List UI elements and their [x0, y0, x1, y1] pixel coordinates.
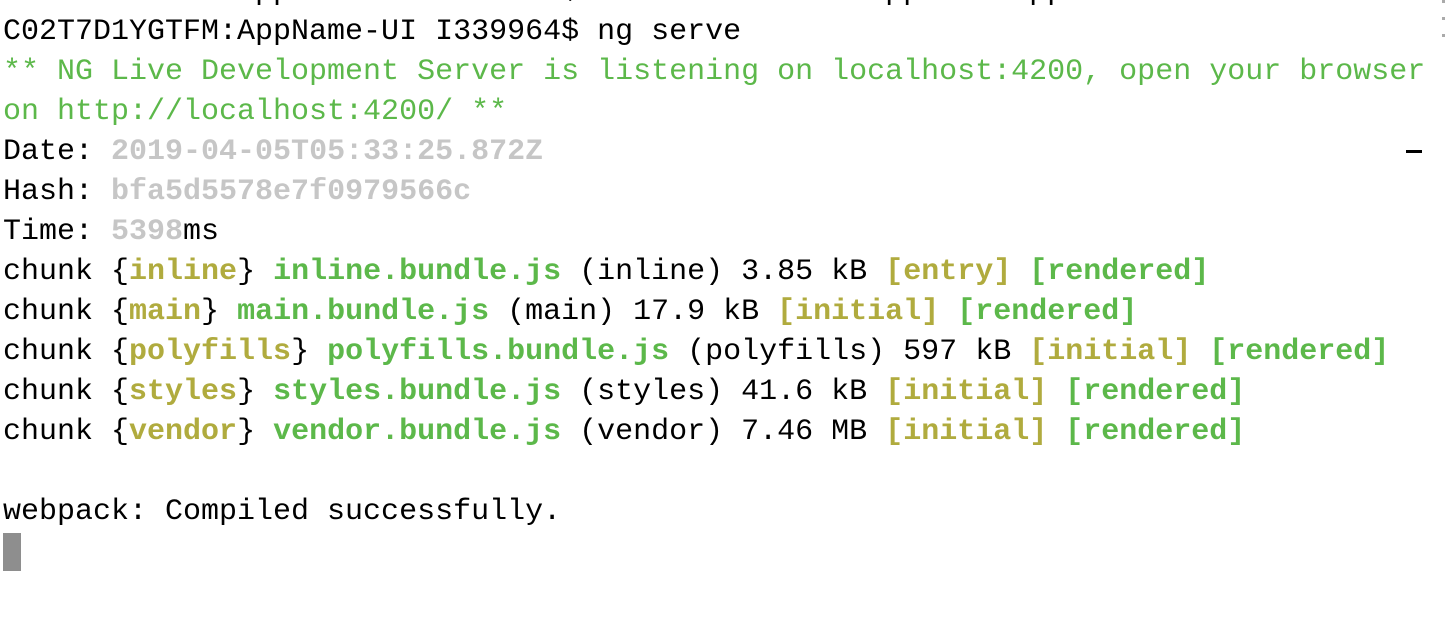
server-message-1: ** NG Live Development Server is listeni…	[3, 55, 1426, 89]
prompt: C02T7D1YGTFM:AppName-UI I339964$	[3, 15, 598, 49]
chunk-info: (inline) 3.85 kB	[561, 255, 886, 289]
chunk-info: (main) 17.9 kB	[489, 295, 778, 329]
prev-command-line: C02T7D1YGTFM:AppName-UI I339964$ cd ~/Do…	[3, 0, 1425, 12]
terminal-output[interactable]: C02T7D1YGTFM:AppName-UI I339964$ cd ~/Do…	[3, 0, 1425, 572]
date-line: Date: 2019-04-05T05:33:25.872Z	[3, 132, 1425, 172]
chunk-file: styles.bundle.js	[273, 375, 562, 409]
date-label: Date:	[3, 135, 112, 169]
scrollbar[interactable]	[1442, 0, 1445, 51]
time-value: 5398	[111, 215, 184, 249]
chunk-line: chunk {vendor} vendor.bundle.js (vendor)…	[3, 412, 1425, 452]
chunk-file: inline.bundle.js	[273, 255, 562, 289]
chunk-prefix: chunk {	[3, 415, 130, 449]
chunk-prefix: chunk {	[3, 295, 130, 329]
chunk-line: chunk {inline} inline.bundle.js (inline)…	[3, 252, 1425, 292]
hash-label: Hash:	[3, 175, 112, 209]
chunk-tag: [initial]	[885, 415, 1048, 449]
chunk-status: [rendered]	[1065, 415, 1246, 449]
command: ng serve	[597, 15, 742, 49]
chunk-file: vendor.bundle.js	[273, 415, 562, 449]
chunk-list: chunk {inline} inline.bundle.js (inline)…	[3, 252, 1425, 452]
chunk-prefix: chunk {	[3, 335, 130, 369]
chunk-status: [rendered]	[1209, 335, 1390, 369]
command-line: C02T7D1YGTFM:AppName-UI I339964$ ng serv…	[3, 12, 1425, 52]
date-value: 2019-04-05T05:33:25.872Z	[111, 135, 544, 169]
chunk-line: chunk {styles} styles.bundle.js (styles)…	[3, 372, 1425, 412]
chunk-close: }	[291, 335, 328, 369]
chunk-status: [rendered]	[1065, 375, 1246, 409]
time-label: Time:	[3, 215, 112, 249]
terminal-cursor	[3, 533, 21, 571]
chunk-name: vendor	[129, 415, 238, 449]
chunk-close: }	[237, 255, 274, 289]
chunk-tag: [initial]	[885, 375, 1048, 409]
date-line-dash	[1406, 150, 1422, 153]
chunk-status: [rendered]	[1029, 255, 1210, 289]
chunk-name: styles	[129, 375, 238, 409]
webpack-message: webpack: Compiled successfully.	[3, 495, 562, 529]
chunk-tag: [initial]	[1029, 335, 1192, 369]
chunk-line: chunk {main} main.bundle.js (main) 17.9 …	[3, 292, 1425, 332]
chunk-info: (styles) 41.6 kB	[561, 375, 886, 409]
chunk-info: (vendor) 7.46 MB	[561, 415, 886, 449]
chunk-close: }	[237, 415, 274, 449]
server-message-2: on http://localhost:4200/ **	[3, 95, 508, 129]
hash-line: Hash: bfa5d5578e7f0979566c	[3, 172, 1425, 212]
chunk-tag: [entry]	[885, 255, 1012, 289]
chunk-name: polyfills	[129, 335, 292, 369]
chunk-prefix: chunk {	[3, 375, 130, 409]
time-line: Time: 5398ms	[3, 212, 1425, 252]
chunk-name: inline	[129, 255, 238, 289]
chunk-info: (polyfills) 597 kB	[669, 335, 1030, 369]
chunk-prefix: chunk {	[3, 255, 130, 289]
chunk-status: [rendered]	[957, 295, 1138, 329]
chunk-line: chunk {polyfills} polyfills.bundle.js (p…	[3, 332, 1425, 372]
chunk-name: main	[129, 295, 202, 329]
chunk-close: }	[237, 375, 274, 409]
hash-value: bfa5d5578e7f0979566c	[111, 175, 472, 209]
cursor-line	[3, 532, 1425, 572]
chunk-close: }	[201, 295, 238, 329]
time-unit: ms	[183, 215, 220, 249]
chunk-file: main.bundle.js	[237, 295, 490, 329]
chunk-tag: [initial]	[777, 295, 940, 329]
chunk-file: polyfills.bundle.js	[327, 335, 670, 369]
